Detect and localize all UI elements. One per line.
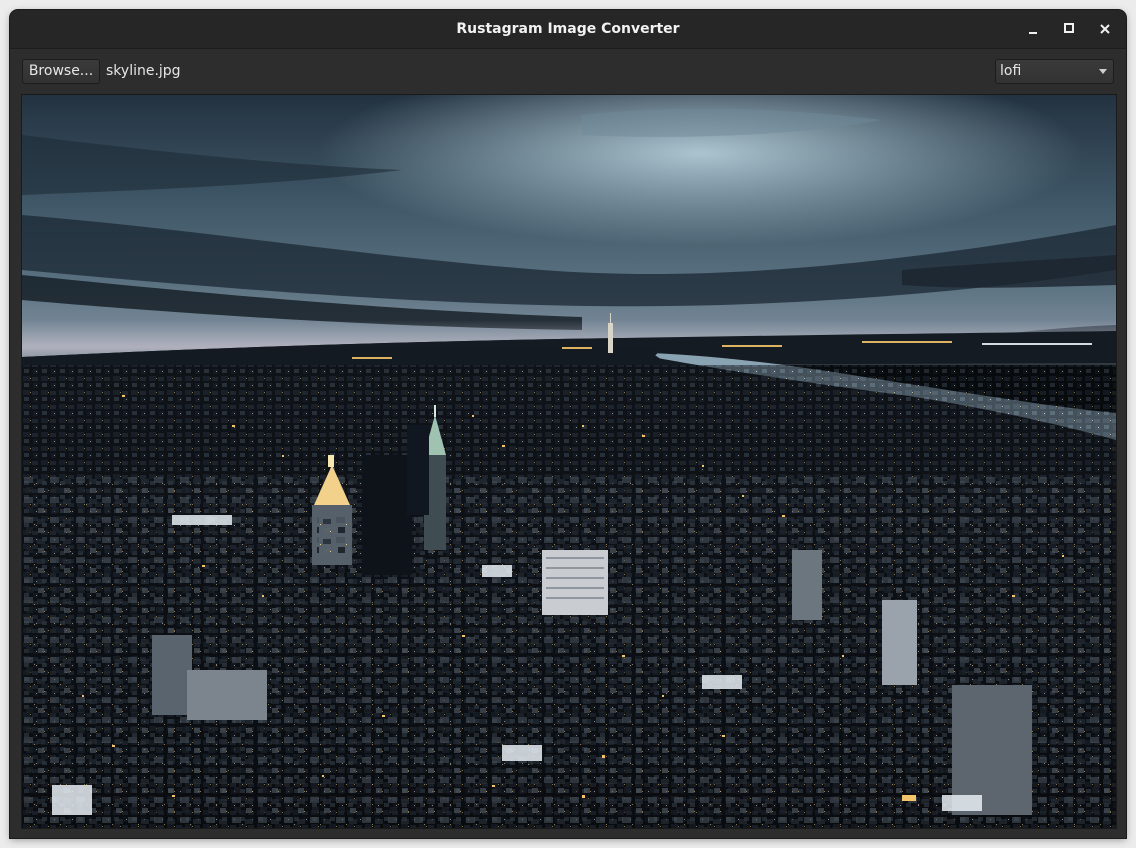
- image-preview: [21, 94, 1117, 829]
- filter-selected-value: lofi: [1000, 63, 1022, 79]
- minimize-button[interactable]: [1023, 19, 1043, 39]
- window-title: Rustagram Image Converter: [456, 21, 680, 37]
- maximize-button[interactable]: [1059, 19, 1079, 39]
- close-icon: [1100, 24, 1110, 34]
- toolbar: Browse... skyline.jpg lofi: [10, 49, 1126, 94]
- browse-button[interactable]: Browse...: [22, 59, 100, 84]
- close-button[interactable]: [1095, 19, 1115, 39]
- filter-select[interactable]: lofi: [995, 59, 1114, 84]
- app-window: Rustagram Image Converter Browse... skyl…: [10, 10, 1126, 838]
- minimize-icon: [1029, 32, 1037, 34]
- dropdown-arrow-icon: [1099, 69, 1107, 74]
- city-skyline-image: [22, 95, 1116, 828]
- selected-filename: skyline.jpg: [106, 63, 181, 79]
- titlebar[interactable]: Rustagram Image Converter: [10, 10, 1126, 49]
- maximize-icon: [1064, 23, 1074, 33]
